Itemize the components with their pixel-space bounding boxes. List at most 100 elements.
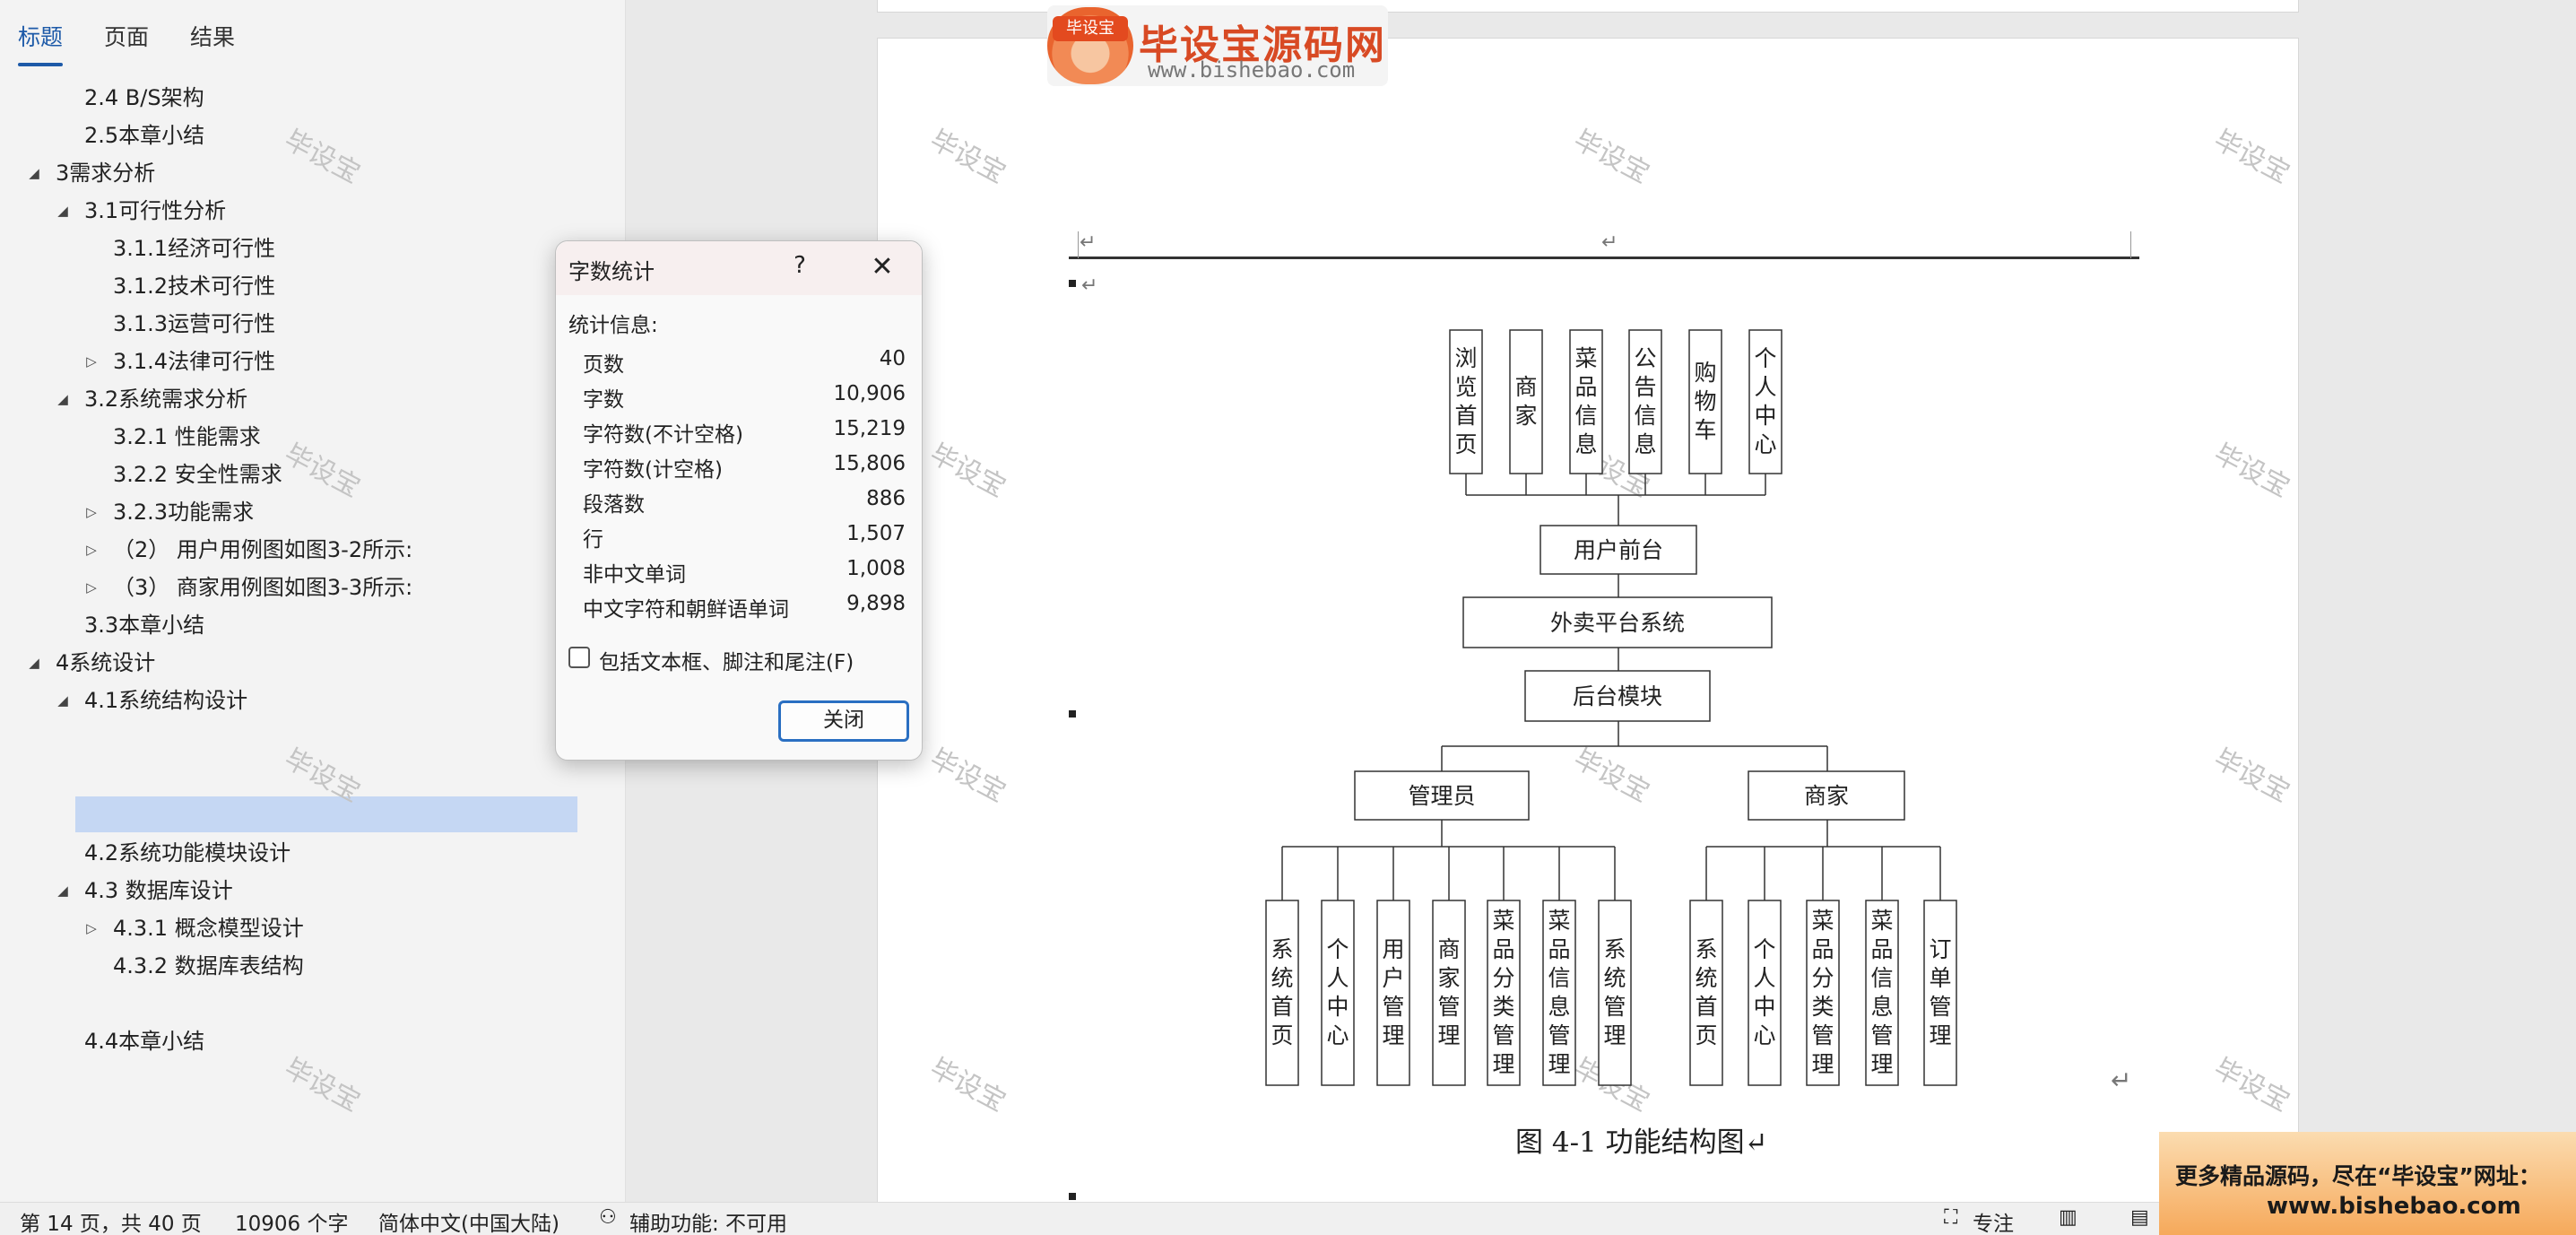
box-label-char: 菜 [1811,908,1834,934]
box-label-char: 类 [1492,994,1514,1020]
box-label-char: 人 [1753,965,1775,991]
language-indicator[interactable]: 简体中文(中国大陆) [378,1206,559,1235]
help-button[interactable]: ? [782,252,818,284]
stat-value: 15,806 [833,452,906,475]
box-label-char: 订 [1929,936,1951,962]
stat-value: 40 [879,347,906,370]
dialog-titlebar[interactable]: 字数统计 ? ✕ [556,241,922,295]
box-label-char: 页 [1271,1022,1293,1048]
word-count-indicator[interactable]: 10906 个字 [235,1206,348,1235]
box-label-char: 理 [1811,1051,1834,1077]
box-label: 商家 [1804,783,1849,809]
merchant-box: 商家 [1748,770,1905,821]
stat-value: 15,219 [833,417,906,440]
stat-label: 段落数 [583,493,645,517]
box-label: 用户前台 [1574,537,1663,563]
dialog-title: 字数统计 [568,259,655,284]
box-label-char: 家 [1437,965,1460,991]
box-label-char: 中 [1753,994,1775,1020]
stat-label: 字符数(计空格) [583,458,723,482]
close-button[interactable]: 关闭 [778,700,909,742]
top-module-box: 商家 [1509,329,1543,474]
stat-row: 非中文单词 1,008 [583,553,906,587]
box-label-char: 户 [1382,965,1404,991]
box-label-char: 家 [1514,403,1537,429]
function-structure-diagram: 浏览首页商家菜品信息公告信息购物车个人中心用户前台外卖平台系统后台模块管理员 商家… [1265,329,1957,1086]
statistics-heading: 统计信息: [568,314,658,337]
box-label-char: 理 [1870,1051,1893,1077]
stat-row: 中文字符和朝鲜语单词 9,898 [583,588,906,622]
page-indicator[interactable]: 第 14 页，共 40 页 [20,1206,202,1235]
print-layout-icon[interactable]: ▤ [2130,1206,2149,1229]
box-label-char: 信 [1574,403,1597,429]
box-label: 外卖平台系统 [1550,610,1685,636]
box-label-char: 心 [1754,431,1776,457]
box-label-char: 息 [1548,994,1570,1020]
admin-module-box: 系统首页 [1265,900,1299,1086]
admin-module-box: 菜品信息管理 [1542,900,1576,1086]
stat-row: 字符数(计空格) 15,806 [583,448,906,482]
box-label-char: 息 [1634,431,1656,457]
box-label-char: 理 [1437,1022,1460,1048]
front-box: 用户前台 [1540,525,1697,575]
top-module-box: 购物车 [1688,329,1722,474]
promo-banner: 更多精品源码，尽在“毕设宝”网址： www.bishebao.com [2159,1132,2576,1235]
box-label: 管理员 [1408,783,1475,809]
accessibility-indicator[interactable]: 辅助功能: 不可用 [629,1206,787,1235]
box-label-char: 品 [1811,936,1834,962]
box-label-char: 统 [1695,965,1717,991]
box-label-char: 页 [1454,431,1477,457]
box-label-char: 分 [1811,965,1834,991]
merchant-module-box: 订单管理 [1923,900,1957,1086]
focus-icon: ⛶ [1944,1206,1958,1229]
box-label-char: 浏 [1454,345,1477,371]
box-label-char: 类 [1811,994,1834,1020]
admin-module-box: 用户管理 [1376,900,1410,1086]
box-label-char: 单 [1929,965,1951,991]
box-label-char: 个 [1753,936,1775,962]
focus-mode-button[interactable]: 专注 [1973,1206,2014,1235]
box-label-char: 购 [1694,360,1716,386]
box-label-char: 信 [1548,965,1570,991]
box-label-char: 息 [1574,431,1597,457]
box-label-char: 管 [1811,1022,1834,1048]
stat-label: 中文字符和朝鲜语单词 [583,598,789,622]
box-label-char: 首 [1271,994,1293,1020]
merchant-module-box: 菜品分类管理 [1806,900,1840,1086]
box-label-char: 告 [1634,374,1656,400]
box-label-char: 理 [1492,1051,1514,1077]
top-module-box: 公告信息 [1628,329,1662,474]
box-label: 后台模块 [1573,683,1662,709]
box-label-char: 中 [1754,403,1776,429]
admin-box: 管理员 [1354,770,1530,821]
box-label-char: 中 [1326,994,1349,1020]
box-label-char: 统 [1271,965,1293,991]
admin-module-box: 菜品分类管理 [1487,900,1521,1086]
accessibility-icon: ⚇ [599,1206,617,1229]
merchant-module-box: 系统首页 [1689,900,1723,1086]
box-label-char: 品 [1548,936,1570,962]
box-label-char: 管 [1492,1022,1514,1048]
stat-label: 非中文单词 [583,563,686,587]
include-textboxes-checkbox[interactable] [568,647,590,668]
box-label-char: 菜 [1548,908,1570,934]
word-count-dialog: 字数统计 ? ✕ 统计信息: 页数 40 字数 10,906 字符数(不计空格) 15… [555,240,923,761]
box-label-char: 理 [1603,1022,1626,1048]
box-label-char: 个 [1326,936,1349,962]
close-icon[interactable]: ✕ [864,252,900,284]
box-label-char: 理 [1382,1022,1404,1048]
box-label-char: 页 [1695,1022,1717,1048]
admin-module-box: 商家管理 [1432,900,1466,1086]
box-label-char: 用 [1382,936,1404,962]
box-label-char: 系 [1271,936,1293,962]
include-textboxes-label: 包括文本框、脚注和尾注(F) [599,651,854,674]
box-label-char: 管 [1382,994,1404,1020]
promo-url: www.bishebao.com [2267,1193,2521,1220]
stat-row: 页数 40 [583,344,906,377]
box-label-char: 系 [1603,936,1626,962]
box-label-char: 品 [1870,936,1893,962]
system-box: 外卖平台系统 [1462,596,1773,648]
stat-row: 段落数 886 [583,483,906,517]
read-mode-icon[interactable]: ▥ [2059,1206,2077,1229]
admin-module-box: 个人中心 [1321,900,1355,1086]
